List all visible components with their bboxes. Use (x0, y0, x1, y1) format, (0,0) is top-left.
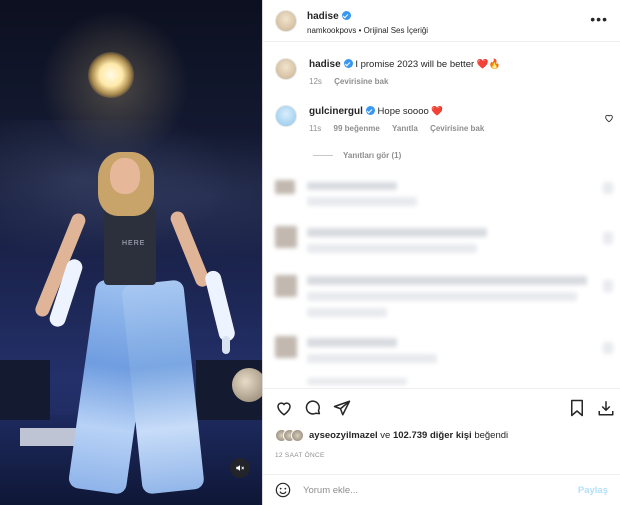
comment-time[interactable]: 11s (309, 124, 321, 133)
comment-text: Hope soooo (377, 106, 429, 117)
translate-link[interactable]: Çevirisine bak (430, 124, 484, 133)
caption: hadise I promise 2023 will be better ❤️🔥… (275, 58, 500, 88)
liker-username[interactable]: ayseozyilmazel (309, 430, 378, 441)
comment-input[interactable] (303, 484, 578, 496)
caption-time[interactable]: 12s (309, 77, 322, 86)
reply-button[interactable]: Yanıtla (392, 124, 418, 133)
mute-button[interactable] (230, 458, 250, 478)
view-replies-label: Yanıtları gör (1) (343, 151, 402, 160)
bookmark-icon[interactable] (569, 399, 585, 417)
stage-speaker (0, 360, 50, 420)
more-options-button[interactable]: ••• (590, 12, 608, 26)
muted-audio-icon (236, 465, 245, 471)
action-bar (263, 388, 620, 428)
liker-avatar[interactable] (291, 429, 304, 442)
likes-conjunction: ve (380, 430, 391, 441)
post-timestamp[interactable]: 12 SAAT ÖNCE (275, 452, 325, 459)
author-avatar[interactable] (275, 58, 297, 80)
author-avatar[interactable] (275, 9, 297, 32)
verified-badge-icon (365, 106, 375, 115)
comment-composer: Paylaş (263, 474, 620, 505)
commenter-avatar[interactable] (275, 105, 297, 127)
author-username[interactable]: hadise (307, 11, 339, 22)
caption-text: I promise 2023 will be better (355, 59, 475, 70)
translate-link[interactable]: Çevirisine bak (334, 77, 388, 86)
comment: gulcinergul Hope soooo ❤️ 11s 99 beğenme… (275, 105, 494, 135)
audio-attribution[interactable]: namkookpovs • Orijinal Ses İçeriği (307, 26, 428, 35)
heart-icon[interactable] (604, 113, 614, 123)
likes-others[interactable]: diğer kişi (430, 430, 472, 441)
comment-likes[interactable]: 99 beğenme (334, 124, 380, 133)
post-comment-button[interactable]: Paylaş (578, 485, 608, 496)
comment-username[interactable]: gulcinergul (309, 106, 363, 117)
microphone (222, 336, 230, 354)
stage-prop (232, 368, 262, 402)
replies-line (313, 155, 333, 156)
emoji-icon[interactable] (275, 482, 291, 498)
comment-icon[interactable] (304, 399, 322, 417)
comment-emoji: ❤️ (431, 106, 444, 117)
download-icon[interactable] (597, 399, 615, 417)
verified-badge-icon (343, 59, 353, 68)
post-video[interactable]: HERE (0, 0, 262, 505)
post-side-panel: hadise namkookpovs • Orijinal Ses İçeriğ… (263, 0, 620, 505)
share-icon[interactable] (333, 399, 351, 417)
post-header: hadise namkookpovs • Orijinal Ses İçeriğ… (263, 0, 620, 42)
heart-icon[interactable] (275, 399, 293, 417)
verified-badge-icon (341, 11, 351, 20)
caption-username[interactable]: hadise (309, 59, 341, 70)
caption-emoji: ❤️🔥 (476, 59, 501, 70)
likes-suffix: beğendi (474, 430, 509, 441)
likes-summary: ayseozyilmazel ve 102.739 diğer kişi beğ… (275, 429, 508, 442)
stage-spotlight (88, 52, 134, 98)
performer-glove (203, 269, 237, 343)
likes-count[interactable]: 102.739 (393, 430, 427, 441)
view-replies-button[interactable]: Yanıtları gör (1) (313, 151, 401, 160)
shirt-text: HERE (122, 240, 146, 247)
performer-face (110, 158, 140, 194)
